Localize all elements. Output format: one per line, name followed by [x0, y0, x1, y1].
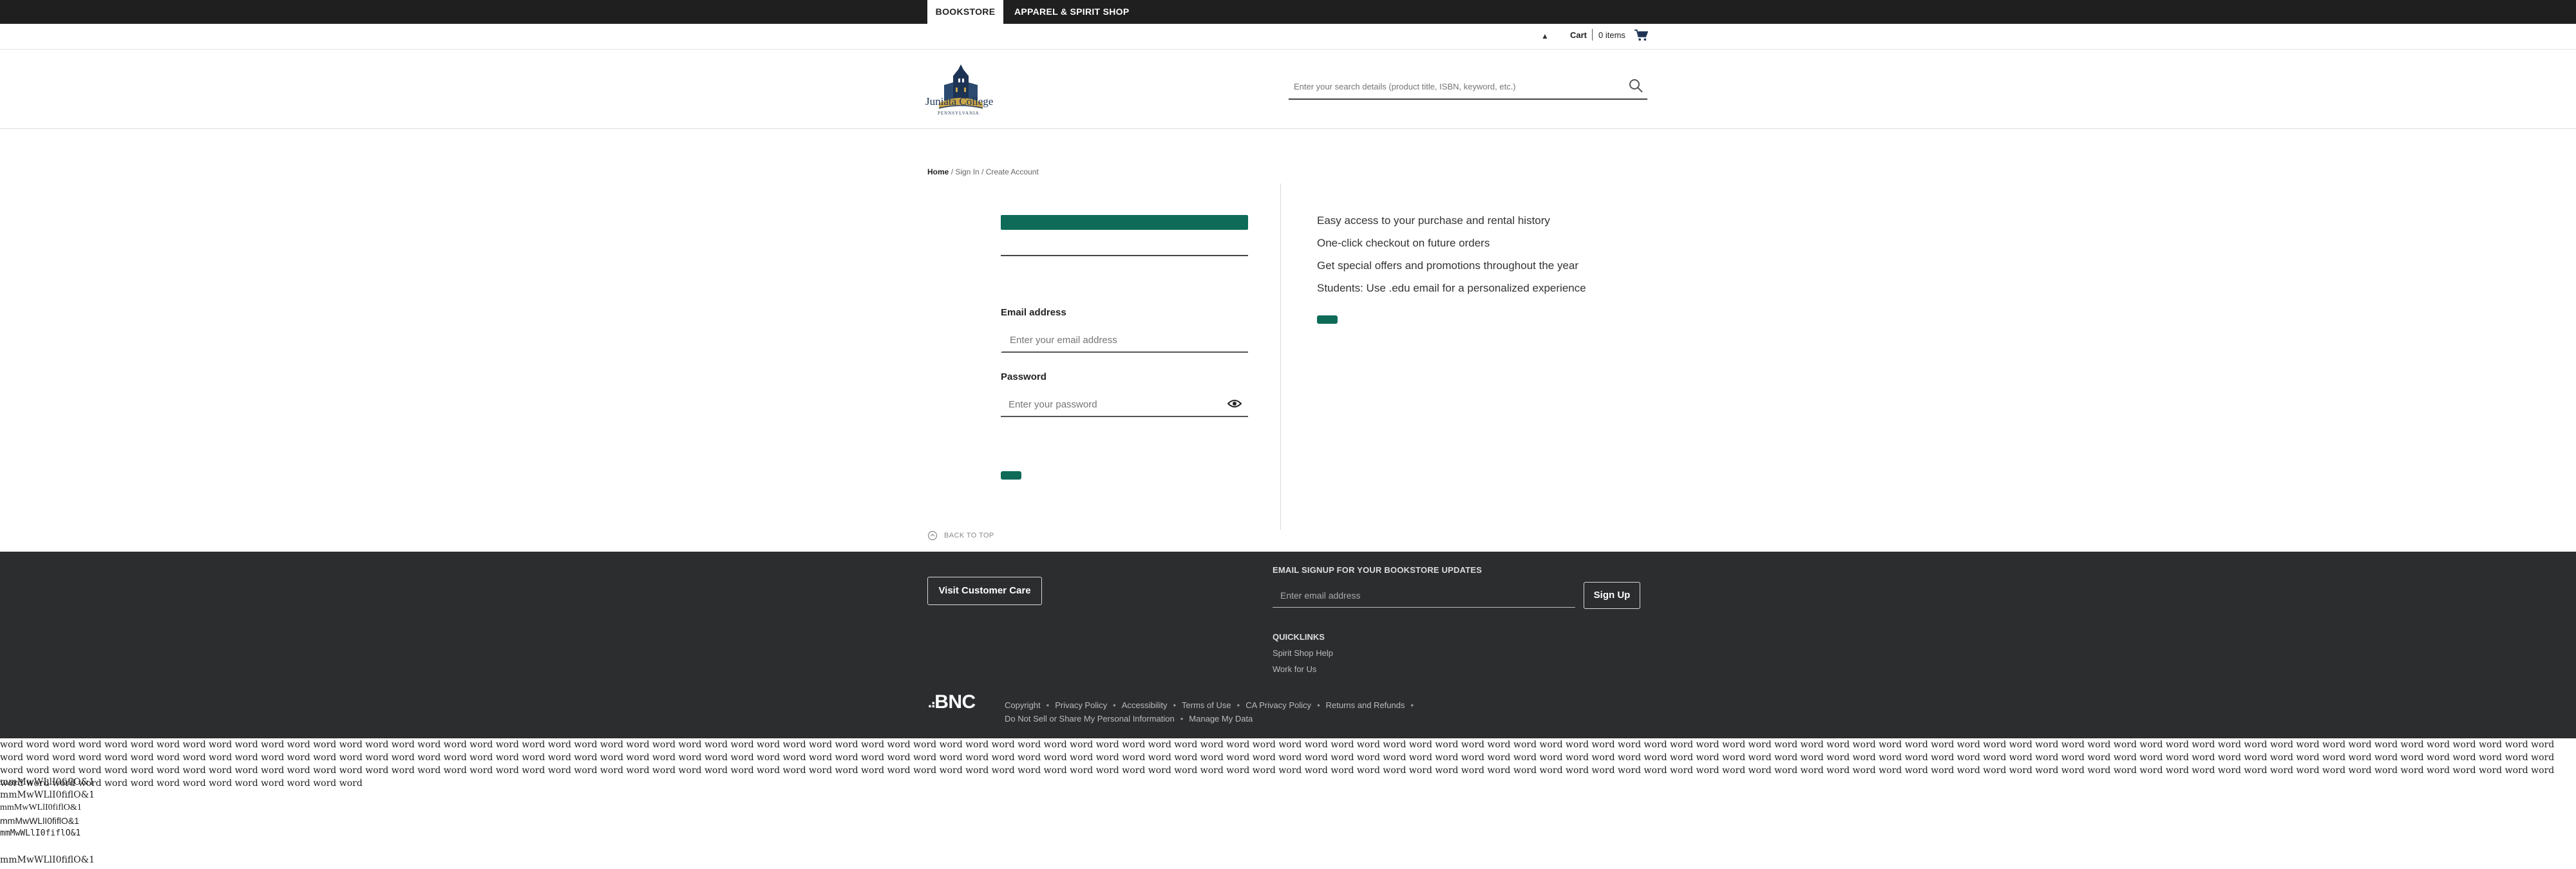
tab-bookstore[interactable]: BOOKSTORE [927, 0, 1003, 24]
cart-icon[interactable] [1634, 29, 1648, 42]
tab-apparel-spirit-shop[interactable]: APPAREL & SPIRIT SHOP [1014, 0, 1129, 24]
benefit-item: Get special offers and promotions throug… [1317, 259, 1579, 272]
word-filler-text: word word word word word word word word … [0, 740, 2555, 789]
quicklinks-title: QUICKLINKS [1273, 632, 1325, 642]
search-icon[interactable] [1628, 78, 1643, 93]
email-field [1001, 327, 1248, 353]
tab-underline [1001, 255, 1248, 256]
top-nav-bar: BOOKSTORE APPAREL & SPIRIT SHOP [0, 0, 2576, 24]
cart-label[interactable]: Cart [1570, 30, 1587, 40]
bnc-logo-text: BNC [934, 691, 976, 713]
glyph-test-line: mmMwWLlI0fiflO&1 [0, 828, 81, 838]
cart-separator [1592, 29, 1593, 41]
footer-link-accessibility[interactable]: Accessibility [1122, 700, 1168, 710]
password-field [1001, 391, 1248, 417]
benefit-item: One-click checkout on future orders [1317, 237, 1490, 249]
back-to-top-label: BACK TO TOP [944, 532, 994, 539]
sign-in-button[interactable] [1001, 471, 1021, 480]
footer-link-manage-my-data[interactable]: Manage My Data [1189, 714, 1253, 724]
glyph-test-line: mmMwWLlI0fiflO&1 [0, 777, 95, 787]
legal-links-row-2: Do Not Sell or Share My Personal Informa… [1005, 714, 1253, 724]
glyph-test-line: mmMwWLlI0fiflO&1 [0, 803, 82, 812]
footer-link-copyright[interactable]: Copyright [1005, 700, 1041, 710]
footer-link-terms-of-use[interactable]: Terms of Use [1182, 700, 1231, 710]
column-divider [1280, 183, 1281, 530]
email-label: Email address [1001, 307, 1066, 318]
password-label: Password [1001, 371, 1046, 382]
search-input[interactable] [1294, 77, 1616, 95]
quicklink-work-for-us[interactable]: Work for Us [1273, 664, 1316, 674]
footer-link-do-not-sell[interactable]: Do Not Sell or Share My Personal Informa… [1005, 714, 1175, 724]
email-input[interactable] [1010, 331, 1222, 349]
arrow-up-circle-icon [927, 530, 938, 541]
glyph-test-line: mmMwWLlI0fiflO&1 [0, 790, 95, 800]
create-account-button[interactable] [1317, 315, 1338, 324]
quicklink-spirit-shop-help[interactable]: Spirit Shop Help [1273, 648, 1333, 658]
search-bar [1289, 74, 1647, 100]
password-input[interactable] [1009, 395, 1221, 413]
legal-links-row-1: Copyright • Privacy Policy • Accessibility • T… [1005, 700, 1414, 710]
bnc-logo-dots-icon: ⠴ [927, 698, 936, 711]
footer-link-returns-refunds[interactable]: Returns and Refunds [1326, 700, 1405, 710]
juniata-college-logo[interactable] [925, 57, 1007, 127]
glyph-test-line: mmMwWLlI0fiflO&1 [0, 816, 79, 826]
visit-customer-care-button[interactable]: Visit Customer Care [927, 577, 1042, 605]
account-caret-icon[interactable]: ▲ [1541, 32, 1549, 41]
site-footer: Visit Customer Care EMAIL SIGNUP FOR YOU… [0, 552, 2576, 738]
footer-link-ca-privacy-policy[interactable]: CA Privacy Policy [1245, 700, 1311, 710]
utility-bar: ▲ Cart 0 items [0, 24, 2576, 50]
bnc-logo[interactable]: ⠴BNC [927, 691, 976, 713]
cart-count[interactable]: 0 items [1598, 30, 1625, 40]
signup-email-input[interactable] [1280, 588, 1564, 603]
signin-tab-bar[interactable] [1001, 215, 1248, 230]
footer-link-privacy-policy[interactable]: Privacy Policy [1055, 700, 1107, 710]
breadcrumb: Home / Sign In / Create Account [927, 167, 1039, 176]
breadcrumb-separator: / [951, 167, 954, 176]
benefit-item: Students: Use .edu email for a personali… [1317, 282, 1586, 294]
breadcrumb-current: Sign In / Create Account [955, 167, 1039, 176]
signup-email-field [1273, 584, 1575, 608]
benefit-item: Easy access to your purchase and rental … [1317, 214, 1550, 227]
email-signup-title: EMAIL SIGNUP FOR YOUR BOOKSTORE UPDATES [1273, 565, 1482, 575]
glyph-test-line: mmMwWLlI0fiflO&1 [0, 855, 95, 865]
sign-up-button[interactable]: Sign Up [1584, 582, 1640, 609]
logo-subtitle: PENNSYLVANIA [938, 111, 980, 116]
site-header [0, 50, 2576, 129]
show-password-eye-icon[interactable] [1227, 398, 1242, 409]
logo-wordmark: Juniata College [925, 95, 994, 107]
breadcrumb-home[interactable]: Home [927, 167, 949, 176]
